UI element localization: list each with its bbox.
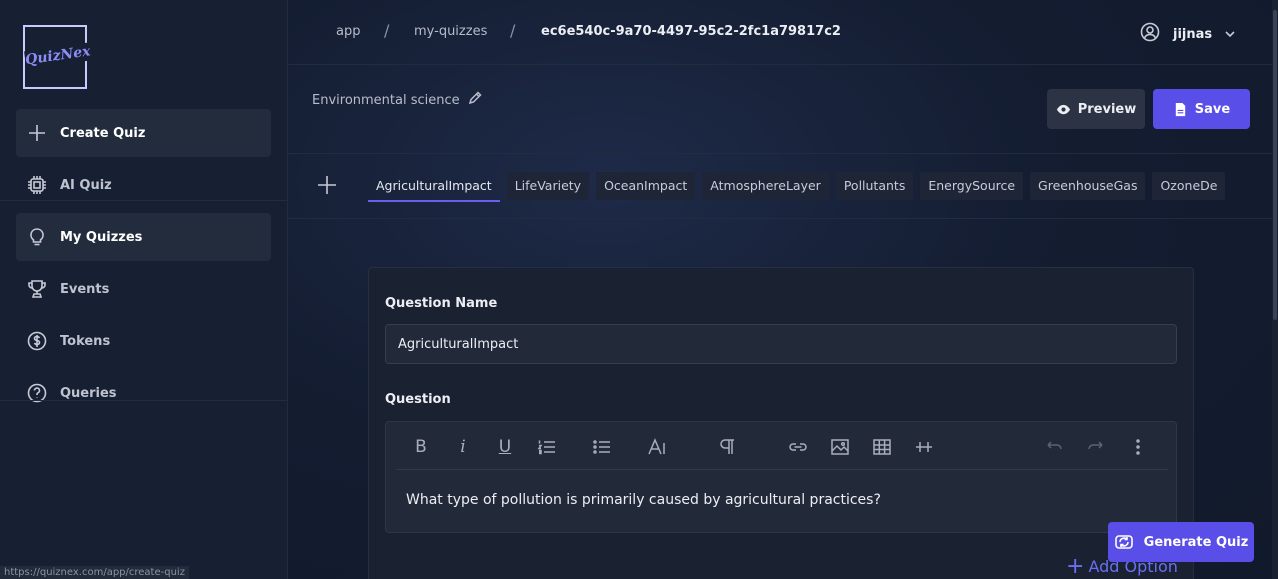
cpu-icon <box>26 174 48 196</box>
sidebar-divider <box>0 400 300 401</box>
tab-greenhouse-gas[interactable]: GreenhouseGas <box>1030 172 1146 200</box>
sidebar-item-events[interactable]: Events <box>16 265 271 313</box>
dollar-icon <box>26 330 48 352</box>
scrollbar-thumb[interactable] <box>1273 10 1277 320</box>
tab-energy-source[interactable]: EnergySource <box>920 172 1024 200</box>
italic-icon[interactable]: i <box>452 436 474 458</box>
user-name: jijnas <box>1173 26 1213 42</box>
ordered-list-icon[interactable] <box>536 436 558 458</box>
trophy-icon <box>26 278 48 300</box>
question-card: Question Name Question B i U <box>368 267 1194 579</box>
preview-button[interactable]: Preview <box>1047 89 1145 129</box>
font-size-icon[interactable] <box>646 436 668 458</box>
save-label: Save <box>1194 101 1231 117</box>
breadcrumb-separator: / <box>510 21 516 40</box>
question-label: Question <box>385 392 451 407</box>
underline-icon[interactable]: U <box>494 436 516 458</box>
sidebar-item-ai-quiz[interactable]: AI Quiz <box>16 161 271 209</box>
editor-toolbar: B i U <box>396 422 1168 470</box>
breadcrumb-separator: / <box>384 21 390 40</box>
question-name-label: Question Name <box>385 296 498 311</box>
tab-pollutants[interactable]: Pollutants <box>835 172 914 200</box>
table-icon[interactable] <box>871 436 893 458</box>
eye-icon <box>1056 104 1070 114</box>
quiz-title-text: Environmental science <box>312 92 460 108</box>
sidebar: QuizNex Create Quiz AI Quiz My Quizzes E… <box>0 0 300 579</box>
sidebar-nav: Create Quiz AI Quiz My Quizzes Events To… <box>16 109 271 421</box>
status-url: https://quiznex.com/app/create-quiz <box>0 566 189 579</box>
question-text[interactable]: What type of pollution is primarily caus… <box>406 492 881 508</box>
user-menu[interactable]: jijnas <box>1140 22 1236 46</box>
image-icon[interactable] <box>829 436 851 458</box>
sidebar-item-label: Create Quiz <box>60 125 146 141</box>
generate-quiz-label: Generate Quiz <box>1143 534 1249 550</box>
quiz-title[interactable]: Environmental science <box>312 91 482 109</box>
sidebar-item-queries[interactable]: Queries <box>16 369 271 417</box>
sidebar-item-label: Events <box>60 281 110 297</box>
tab-ocean-impact[interactable]: OceanImpact <box>596 172 696 200</box>
more-options-icon[interactable] <box>1127 436 1149 458</box>
redo-icon[interactable] <box>1085 436 1107 458</box>
sidebar-item-label: Queries <box>60 385 117 401</box>
sidebar-divider <box>0 200 300 201</box>
plus-icon: + <box>1066 553 1085 579</box>
breadcrumb-app[interactable]: app <box>336 24 360 39</box>
bullet-list-icon[interactable] <box>591 436 613 458</box>
tab-ozone-de[interactable]: OzoneDe <box>1152 172 1226 200</box>
sidebar-item-my-quizzes[interactable]: My Quizzes <box>16 213 271 261</box>
logo-text: QuizNex <box>24 42 92 70</box>
bold-icon[interactable]: B <box>410 436 432 458</box>
sidebar-item-label: My Quizzes <box>60 229 143 245</box>
sidebar-item-create-quiz[interactable]: Create Quiz <box>16 109 271 157</box>
breadcrumb-my-quizzes[interactable]: my-quizzes <box>414 24 487 39</box>
breadcrumb-quiz-id: ec6e540c-9a70-4497-95c2-2fc1a79817c2 <box>541 24 841 39</box>
app-logo[interactable]: QuizNex <box>23 25 92 89</box>
question-name-input[interactable] <box>385 324 1177 364</box>
question-editor[interactable]: B i U What type of pollution is primaril… <box>385 421 1177 533</box>
tab-atmosphere-layer[interactable]: AtmosphereLayer <box>702 172 829 200</box>
plus-icon <box>318 176 336 194</box>
link-icon[interactable] <box>787 436 809 458</box>
question-tabs: AgriculturalImpact LifeVariety OceanImpact… <box>368 172 1250 204</box>
top-bar: app / my-quizzes / ec6e540c-9a70-4497-95… <box>288 0 1278 65</box>
preview-label: Preview <box>1077 101 1137 117</box>
refresh-icon <box>1114 535 1133 549</box>
lightbulb-icon <box>26 226 48 248</box>
sidebar-item-label: Tokens <box>60 333 111 349</box>
pencil-icon[interactable] <box>460 91 482 109</box>
add-question-button[interactable] <box>316 174 338 196</box>
main-area: app / my-quizzes / ec6e540c-9a70-4497-95… <box>288 0 1278 579</box>
user-icon <box>1140 22 1160 46</box>
sidebar-item-label: AI Quiz <box>60 177 112 193</box>
sidebar-item-tokens[interactable]: Tokens <box>16 317 271 365</box>
generate-quiz-button[interactable]: Generate Quiz <box>1108 522 1254 562</box>
file-icon <box>1175 102 1185 116</box>
tab-agricultural-impact[interactable]: AgriculturalImpact <box>368 172 500 202</box>
question-tabs-bar: AgriculturalImpact LifeVariety OceanImpact… <box>288 153 1278 219</box>
undo-icon[interactable] <box>1043 436 1065 458</box>
tab-life-variety[interactable]: LifeVariety <box>506 172 590 200</box>
plus-icon <box>26 122 48 144</box>
paragraph-icon[interactable] <box>716 436 738 458</box>
chevron-down-icon <box>1224 25 1236 44</box>
save-button[interactable]: Save <box>1153 89 1250 129</box>
horizontal-rule-icon[interactable] <box>913 436 935 458</box>
